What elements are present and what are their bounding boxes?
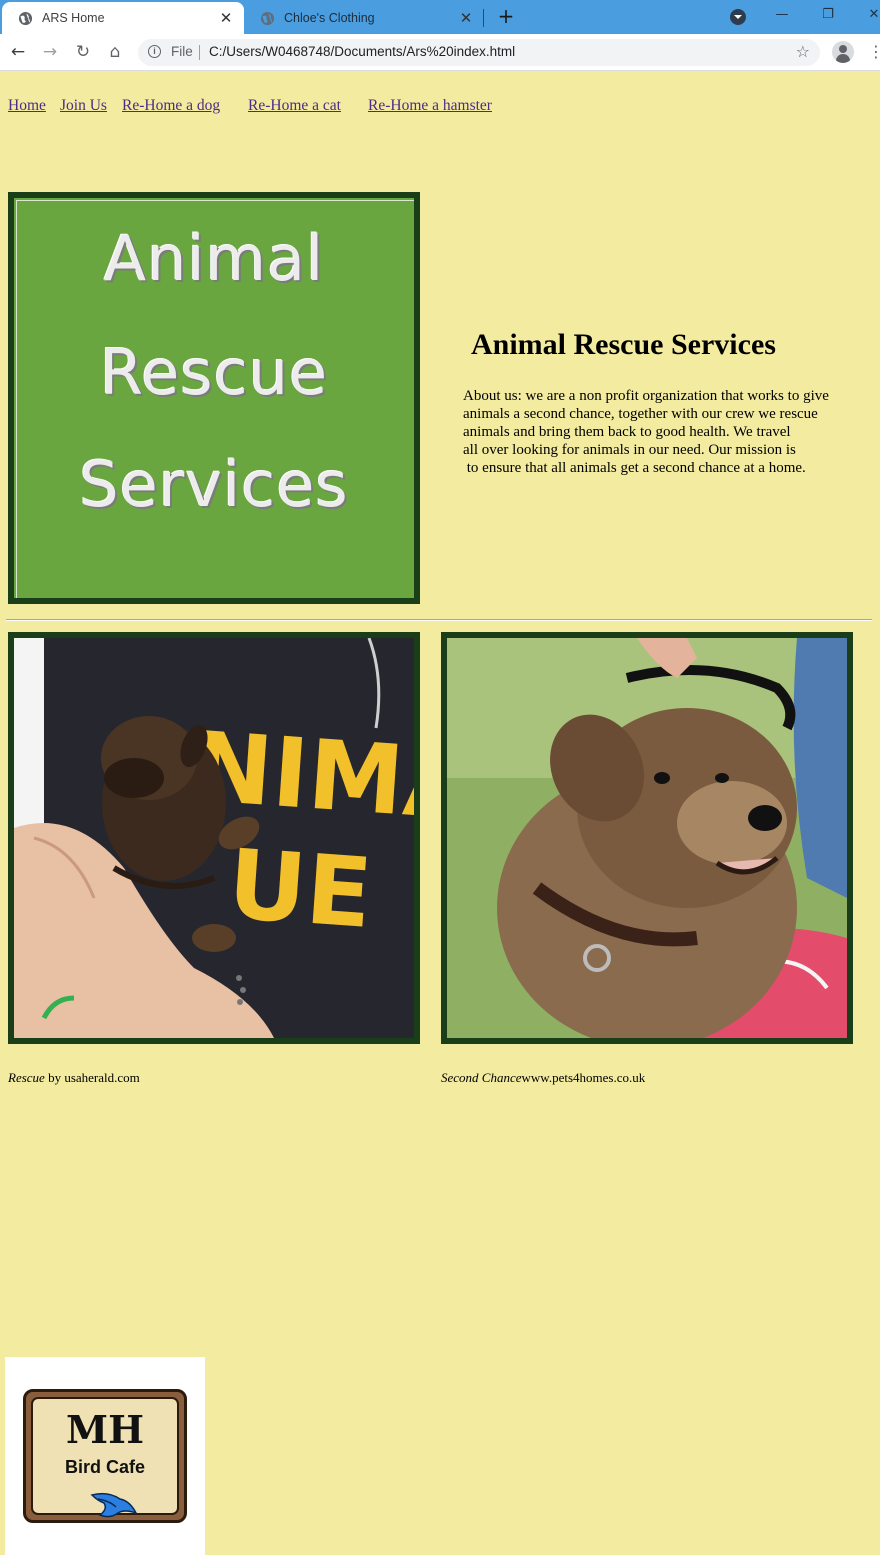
about-line: animals and bring them back to good heal… [463,424,791,440]
mh-bird-cafe-badge: MH Bird Cafe [5,1357,205,1555]
minimize-icon[interactable]: — [770,4,794,26]
globe-icon [260,11,275,25]
rescue-puppy-photo: ANIMAL UE [8,632,420,1044]
restore-icon[interactable]: ❐ [816,4,840,26]
caption-credit: by usaherald.com [44,1070,140,1085]
tab-strip: ARS Home ✕ Chloe's Clothing ✕ + — ❐ ✕ [0,0,880,34]
back-arrow-icon[interactable]: ← [7,41,29,63]
caption-credit: www.pets4homes.co.uk [521,1070,646,1085]
tab-separator [483,9,484,27]
close-tab-icon[interactable]: ✕ [218,9,234,27]
about-line: to ensure that all animals get a second … [463,460,806,476]
caption-title: Rescue [8,1070,45,1085]
second-chance-dog-photo [441,632,853,1044]
tab-title: Chloe's Clothing [284,11,375,25]
horizontal-rule [6,619,872,621]
second-chance-photo-caption: Second Chancewww.pets4homes.co.uk [441,1070,645,1086]
about-us-text: About us: we are a non profit organizati… [463,387,829,477]
close-window-icon[interactable]: ✕ [862,4,880,26]
badge-frame: MH Bird Cafe [23,1389,187,1523]
menu-dots-icon[interactable]: ⋮ [868,41,880,63]
rescue-photo-caption: Rescue by usaherald.com [8,1070,140,1086]
tab-title: ARS Home [42,11,105,25]
new-tab-plus-icon[interactable]: + [495,5,517,27]
about-line: About us: we are a non profit organizati… [463,388,829,404]
site-info-icon[interactable]: i [148,45,161,58]
url-text[interactable]: C:/Users/W0468748/Documents/Ars%20index.… [209,44,515,59]
badge-inner: MH Bird Cafe [31,1397,179,1518]
rescue-puppy-image: ANIMAL UE [14,638,414,1038]
file-scheme-label: File [171,44,193,59]
caption-title: Second Chance [441,1070,522,1085]
nav-rehome-dog-link[interactable]: Re-Home a dog [122,97,220,115]
close-tab-icon[interactable]: ✕ [458,9,474,27]
tab-search-icon[interactable] [730,9,746,25]
nav-rehome-hamster-link[interactable]: Re-Home a hamster [368,97,492,115]
about-line: all over looking for animals in our need… [463,442,796,458]
tab-chloes-clothing[interactable]: Chloe's Clothing ✕ [244,2,484,34]
logo-word-animal: Animal [103,222,325,295]
tab-ars-home[interactable]: ARS Home ✕ [2,2,244,34]
badge-mh-text: MH [66,1407,144,1452]
shirt-text-bottom: UE [224,828,375,950]
nav-home-link[interactable]: Home [8,97,46,115]
omnibox-divider [199,45,200,60]
logo-word-services: Services [79,448,349,521]
about-line: animals a second chance, together with o… [463,406,818,422]
home-icon[interactable]: ⌂ [104,41,126,63]
reload-icon[interactable]: ↻ [72,41,94,63]
second-chance-dog-image [447,638,847,1038]
bird-icon [90,1492,138,1518]
globe-icon [18,11,33,25]
badge-name-text: Bird Cafe [64,1457,145,1477]
page-title: Animal Rescue Services [471,328,776,361]
ars-logo-image: Animal Rescue Services [8,192,420,604]
logo-word-rescue: Rescue [99,336,329,409]
account-avatar-icon[interactable] [832,41,854,63]
nav-rehome-cat-link[interactable]: Re-Home a cat [248,97,341,115]
nav-join-us-link[interactable]: Join Us [60,97,107,115]
browser-toolbar: ← → ↻ ⌂ i File C:/Users/W0468748/Documen… [0,34,880,71]
address-bar[interactable]: i File C:/Users/W0468748/Documents/Ars%2… [138,39,820,66]
bookmark-star-icon[interactable]: ☆ [796,42,810,61]
forward-arrow-icon[interactable]: → [39,41,61,63]
